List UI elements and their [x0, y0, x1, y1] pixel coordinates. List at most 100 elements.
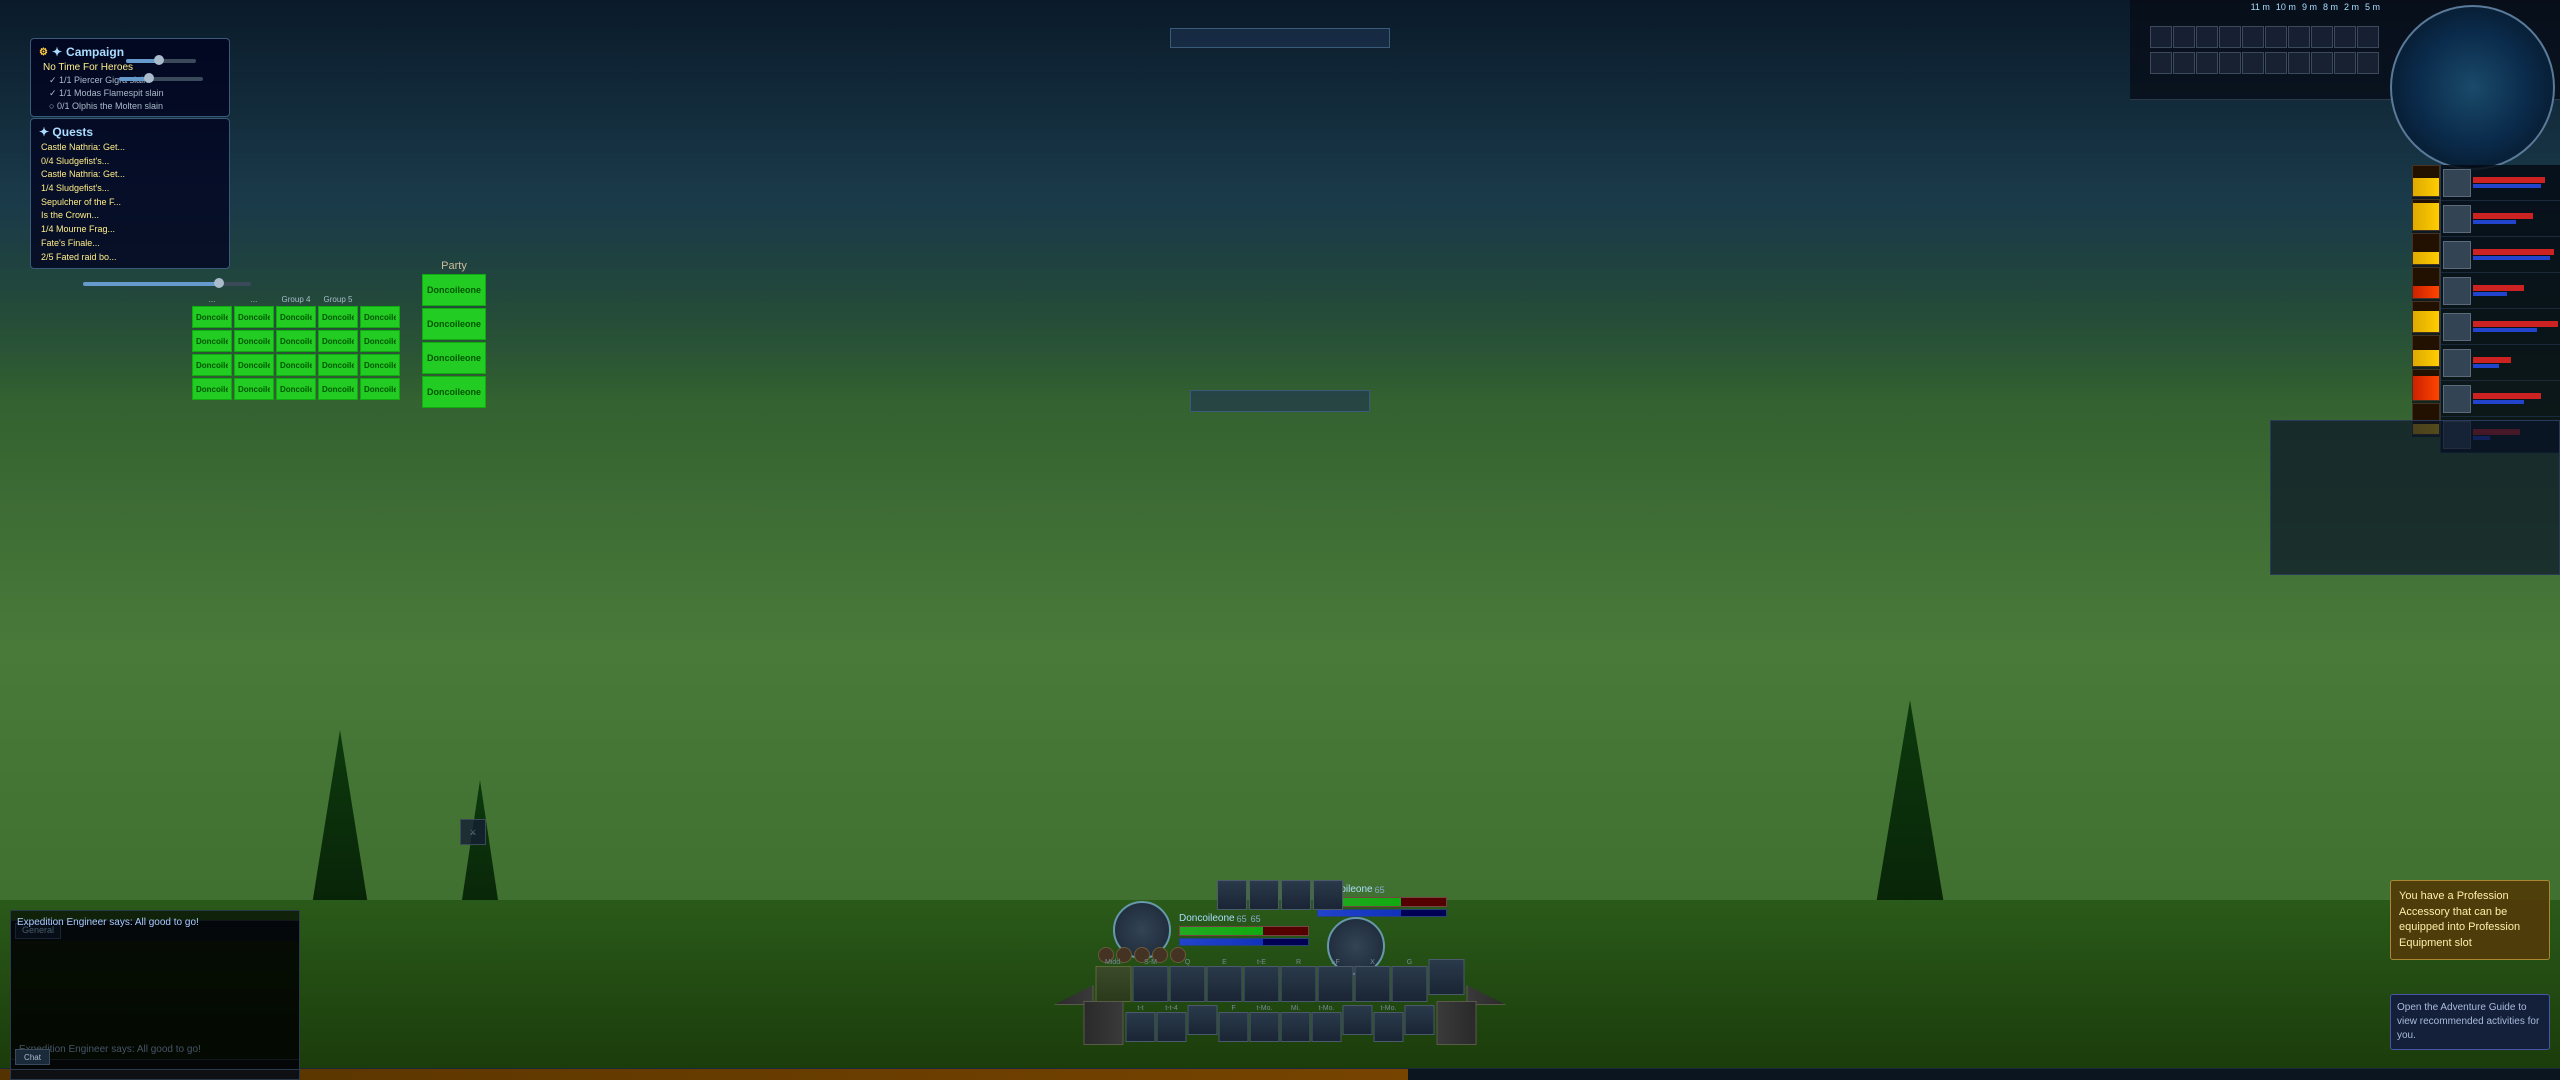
chat-channel-label: Chat — [24, 1053, 41, 1062]
action-btn-5[interactable] — [1244, 966, 1280, 1002]
target-level: 65 — [1375, 885, 1385, 895]
sec-btn-6[interactable] — [1281, 1012, 1311, 1042]
sec-btn-9[interactable] — [1374, 1012, 1404, 1042]
dist-6: 5 m — [2365, 2, 2380, 12]
action-keybind-9: G — [1407, 959, 1412, 966]
frame-width-slider[interactable] — [126, 59, 196, 63]
right-large-panel — [2270, 420, 2560, 575]
action-btn-1[interactable] — [1096, 966, 1132, 1002]
player-name-row: Doncoileone 65 65 — [1179, 913, 1309, 924]
chat-channel-btn[interactable]: Chat — [15, 1049, 50, 1065]
sec-btn-4[interactable] — [1219, 1012, 1249, 1042]
minimap[interactable]: Wild Coast 7:04 — [2390, 5, 2555, 170]
action-keybind-2: S-M — [1144, 959, 1157, 966]
top-center-bar — [1170, 28, 1390, 48]
action-slot-10 — [1429, 959, 1465, 1002]
buff-icon-16 — [2265, 52, 2287, 74]
frame-height-slider[interactable] — [119, 77, 204, 81]
quest-entry-0[interactable]: Castle Nathria: Get... — [35, 141, 225, 155]
quest-entry-1[interactable]: Castle Nathria: Get... — [35, 168, 225, 182]
quests-panel: ✦ Quests Castle Nathria: Get... 0/4 Slud… — [30, 118, 230, 269]
action-btn-6[interactable] — [1281, 966, 1317, 1002]
mini-btn-1[interactable] — [1217, 880, 1247, 910]
raid-cell-3-5: Doncoileo... — [360, 354, 400, 376]
action-btn-2[interactable] — [1133, 966, 1169, 1002]
buff-icons-container — [2149, 25, 2380, 75]
quest-entry-2[interactable]: Sepulcher of the F... — [35, 196, 225, 210]
sec-btn-3[interactable] — [1188, 1005, 1218, 1035]
res-bar-4 — [2412, 267, 2440, 299]
dist-5: 2 m — [2344, 2, 2359, 12]
sec-btn-5[interactable] — [1250, 1012, 1280, 1042]
dist-3: 9 m — [2302, 2, 2317, 12]
player-mana-6 — [2473, 364, 2499, 368]
sec-btn-1[interactable] — [1126, 1012, 1156, 1042]
stance-bar-icon[interactable]: ⚔ — [460, 819, 486, 845]
raid-cell-2-1: Doncoileo... — [192, 330, 232, 352]
sec-btn-10[interactable] — [1405, 1005, 1435, 1035]
quest-sub-4: 2/5 Fated raid bo... — [35, 251, 225, 265]
action-slot-4: E — [1207, 959, 1243, 1002]
campaign-sub-2: ✓ 1/1 Modas Flamespit slain — [35, 87, 225, 100]
mini-btn-4[interactable] — [1313, 880, 1343, 910]
group-label-2: ... — [234, 295, 274, 304]
player-health-3 — [2473, 249, 2554, 255]
group-label-4: Group 5 — [318, 295, 358, 304]
mini-btn-3[interactable] — [1281, 880, 1311, 910]
player-health-2 — [2473, 213, 2533, 219]
action-btn-4[interactable] — [1207, 966, 1243, 1002]
sec-slot-3 — [1188, 1005, 1218, 1042]
action-btn-3[interactable] — [1170, 966, 1206, 1002]
action-slot-3: Q — [1170, 959, 1206, 1002]
action-btn-8[interactable] — [1355, 966, 1391, 1002]
bar2-ornament-left — [1084, 1001, 1124, 1045]
buff-icon-15 — [2242, 52, 2264, 74]
right-player-list — [2440, 165, 2560, 453]
player-health-1 — [2473, 177, 2545, 183]
action-btn-10[interactable] — [1429, 959, 1465, 995]
player-avatar-1 — [2443, 169, 2471, 197]
player-main-mana-fill — [1180, 939, 1263, 945]
action-btn-7[interactable] — [1318, 966, 1354, 1002]
raid-cell-3-4: Doncoileo... — [318, 354, 358, 376]
main-action-bar-1: Midd. S-M Q E t-E R t-F X — [1054, 955, 1507, 1005]
sec-slot-9: t-Mo. — [1374, 1005, 1404, 1042]
action-btn-9[interactable] — [1392, 966, 1428, 1002]
sec-keybind-6: Mi. — [1291, 1005, 1300, 1012]
sec-keybind-2: t-t-4 — [1165, 1005, 1177, 1012]
action-keybind-3: Q — [1185, 959, 1190, 966]
buff-icon-1 — [2150, 26, 2172, 48]
raid-cell-4-5: Doncoileo... — [360, 378, 400, 400]
mini-btn-2[interactable] — [1249, 880, 1279, 910]
profession-notification: You have a Profession Accessory that can… — [2390, 880, 2550, 960]
player-health-area: Doncoileone 65 65 — [1179, 913, 1309, 946]
quest-entry-3[interactable]: Fate's Finale... — [35, 237, 225, 251]
raid-cell-3-2: Doncoileo... — [234, 354, 274, 376]
sec-btn-2[interactable] — [1157, 1012, 1187, 1042]
action-slot-6: R — [1281, 959, 1317, 1002]
sec-slot-10 — [1405, 1005, 1435, 1042]
secondary-bar-buttons: t-t t-t-4 F t-Mo. Mi. t-Mo. — [1126, 1005, 1435, 1042]
sec-keybind-9: t-Mo. — [1381, 1005, 1397, 1012]
sec-slot-4: F — [1219, 1005, 1249, 1042]
buff-icon-6 — [2265, 26, 2287, 48]
grid-spacing-slider[interactable] — [83, 282, 251, 286]
buff-icon-7 — [2288, 26, 2310, 48]
player-entry-6 — [2441, 345, 2560, 381]
player-avatar-3 — [2443, 241, 2471, 269]
action-slot-1: Midd. — [1096, 959, 1132, 1002]
buff-icon-8 — [2311, 26, 2333, 48]
sec-keybind-7: t-Mo. — [1319, 1005, 1335, 1012]
player-entry-4 — [2441, 273, 2560, 309]
player-health-7 — [2473, 393, 2541, 399]
player-mana-4 — [2473, 292, 2507, 296]
sec-btn-7[interactable] — [1312, 1012, 1342, 1042]
bar-ornament-left — [1054, 955, 1094, 1005]
sec-btn-8[interactable] — [1343, 1005, 1373, 1035]
raid-cell-1-3: Doncoileo... — [276, 306, 316, 328]
quest-sub-2: Is the Crown... — [35, 209, 225, 223]
action-keybind-1: Midd. — [1105, 959, 1122, 966]
raid-cell-3-3: Doncoileo... — [276, 354, 316, 376]
player-mana-1 — [2473, 184, 2541, 188]
sec-keybind-4: F — [1231, 1005, 1235, 1012]
